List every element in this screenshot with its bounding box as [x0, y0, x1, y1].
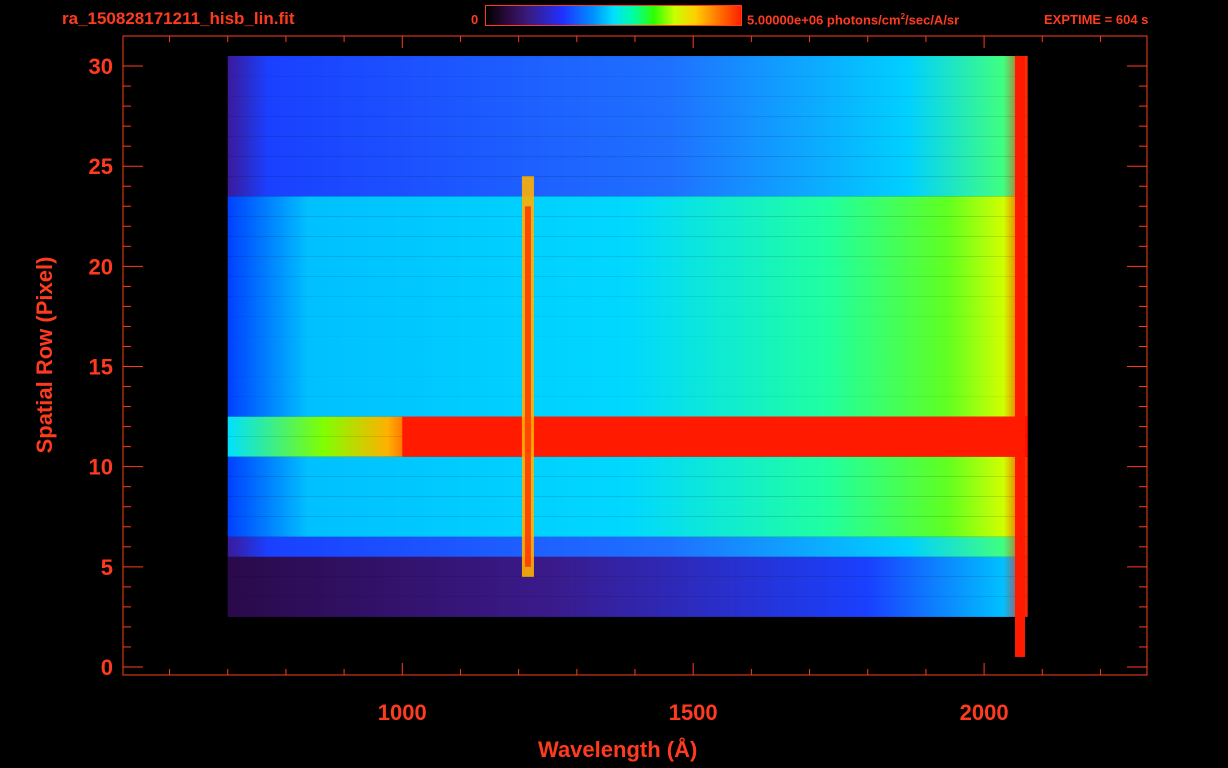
heatmap-row — [227, 516, 1028, 537]
heatmap-row — [227, 176, 1028, 197]
edge-cutoff-feature — [1015, 56, 1025, 657]
heatmap-row — [227, 76, 1028, 97]
y-tick-label: 5 — [101, 555, 113, 580]
x-tick-label: 1500 — [669, 700, 718, 725]
heatmap-row — [227, 356, 1028, 377]
heatmap-row — [227, 236, 1028, 257]
heatmap-row — [227, 536, 1028, 557]
heatmap-row — [227, 496, 1028, 517]
heatmap-row — [227, 456, 1028, 477]
emission-line-core — [524, 206, 531, 567]
heatmap-row — [227, 56, 1028, 77]
heatmap-row — [227, 196, 1028, 217]
heatmap-row — [227, 376, 1028, 397]
heatmap-row — [227, 596, 1028, 617]
y-tick-label: 0 — [101, 655, 113, 680]
heatmap-row — [227, 296, 1028, 317]
heatmap-row — [227, 136, 1028, 157]
heatmap-row — [227, 636, 1028, 657]
heatmap-row — [227, 656, 1028, 675]
heatmap-row — [227, 576, 1028, 597]
x-axis-label: Wavelength (Å) — [538, 737, 698, 762]
heatmap-row — [227, 616, 1028, 637]
y-tick-label: 15 — [89, 355, 113, 380]
y-axis-label: Spatial Row (Pixel) — [32, 256, 57, 454]
y-tick-label: 25 — [89, 154, 113, 179]
heatmap-row — [227, 216, 1028, 237]
heatmap-row — [227, 316, 1028, 337]
heatmap-row — [227, 396, 1028, 417]
y-tick-label: 20 — [89, 254, 113, 279]
heatmap-row — [227, 276, 1028, 297]
x-tick-label: 1000 — [378, 700, 427, 725]
x-tick-label: 2000 — [960, 700, 1009, 725]
y-tick-label: 30 — [89, 54, 113, 79]
heatmap-row — [227, 476, 1028, 497]
heatmap-row — [227, 156, 1028, 177]
heatmap-row — [227, 96, 1028, 117]
heatmap-row — [227, 116, 1028, 137]
heatmap-row — [227, 336, 1028, 357]
spectrogram-plot: 1000 1500 2000 0 5 10 15 20 25 30 — [89, 35, 1148, 725]
heatmap-row — [227, 556, 1028, 577]
bright-row-band — [402, 416, 1022, 457]
heatmap-row — [227, 256, 1028, 277]
y-tick-label: 10 — [89, 455, 113, 480]
